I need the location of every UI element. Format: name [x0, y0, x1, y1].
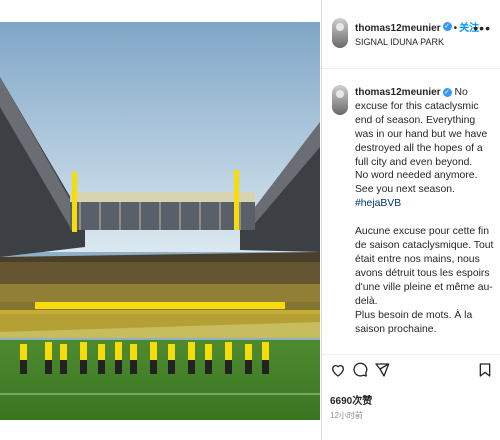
- bookmark-icon[interactable]: [477, 362, 493, 378]
- instagram-post-card: thomas12meunier ✓ • 关注 SIGNAL IDUNA PARK ••…: [0, 0, 500, 440]
- caption-text-fr: Aucune excuse pour cette fin de saison c…: [355, 226, 494, 307]
- post-photo[interactable]: [0, 22, 320, 420]
- username[interactable]: thomas12meunier: [355, 23, 441, 34]
- header-user-line: thomas12meunier ✓ • 关注: [355, 18, 479, 36]
- post-header: thomas12meunier ✓ • 关注 SIGNAL IDUNA PARK ••…: [322, 0, 500, 69]
- action-bar: [322, 354, 500, 389]
- more-icon[interactable]: •••: [473, 20, 491, 36]
- caption-username[interactable]: thomas12meunier: [355, 87, 441, 98]
- post-caption: thomas12meunier ✓ No excuse for this cata…: [355, 86, 495, 336]
- caption-text-en-2: No word needed anymore. See you next sea…: [355, 170, 478, 196]
- hashtag-link[interactable]: #hejaBVB: [355, 198, 401, 209]
- caption-avatar[interactable]: [332, 85, 348, 115]
- separator: •: [453, 23, 458, 34]
- stadium-photo: [0, 22, 320, 420]
- caption-text-fr-2: Plus besoin de mots. À la saison prochai…: [355, 309, 473, 335]
- location-link[interactable]: SIGNAL IDUNA PARK: [355, 37, 444, 47]
- post-side-panel: thomas12meunier ✓ • 关注 SIGNAL IDUNA PARK ••…: [321, 0, 500, 440]
- verified-icon: ✓: [442, 87, 452, 97]
- comments-scroll-area[interactable]: thomas12meunier ✓ No excuse for this cata…: [322, 69, 500, 353]
- share-icon[interactable]: [374, 362, 390, 378]
- like-count[interactable]: 6690次赞: [330, 392, 372, 407]
- post-timestamp[interactable]: 12小时前: [330, 410, 363, 421]
- caption-text-en: No excuse for this cataclysmic end of se…: [355, 87, 488, 168]
- comment-icon[interactable]: [352, 362, 368, 378]
- heart-icon[interactable]: [330, 362, 346, 378]
- verified-icon: ✓: [442, 22, 452, 32]
- avatar[interactable]: [332, 18, 348, 48]
